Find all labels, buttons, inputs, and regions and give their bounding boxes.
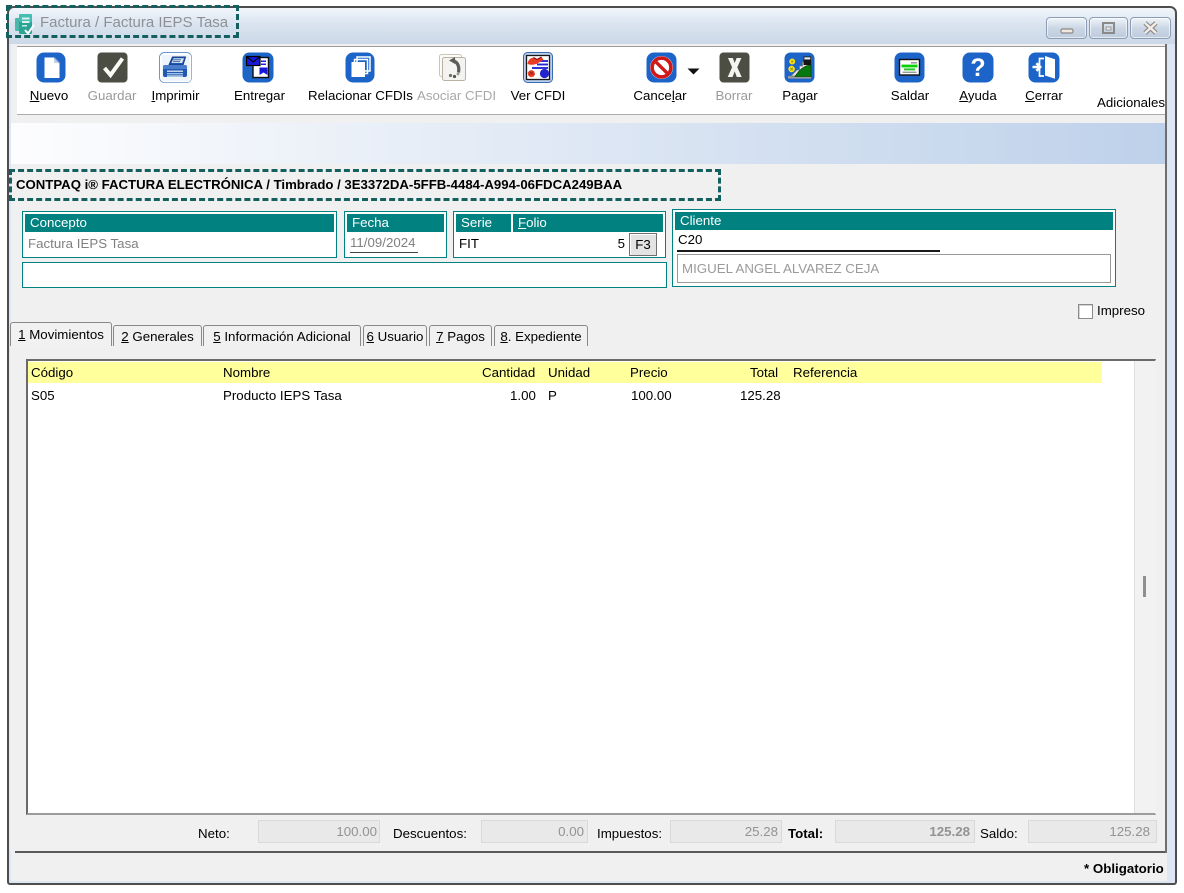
svg-text:?: ? (970, 54, 985, 82)
